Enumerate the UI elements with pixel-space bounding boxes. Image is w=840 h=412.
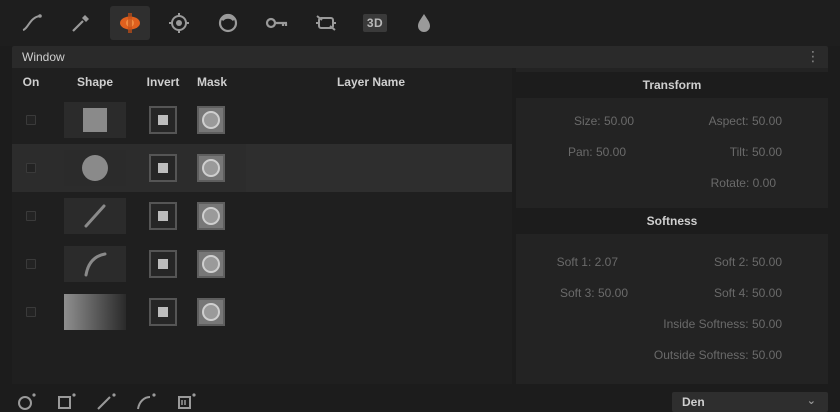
curves-tool-button[interactable] — [12, 6, 52, 40]
invert-icon — [158, 211, 168, 221]
layer-shape-cell[interactable] — [64, 198, 126, 234]
magic-mask-tool-button[interactable] — [208, 6, 248, 40]
resize-icon — [316, 15, 336, 31]
line-shape-icon — [84, 204, 106, 228]
pan-value[interactable]: Pan: 50.00 — [568, 145, 626, 159]
layer-on-checkbox[interactable] — [26, 307, 36, 317]
layer-name-field[interactable] — [246, 144, 512, 192]
column-header-invert: Invert — [146, 75, 180, 89]
layer-row[interactable] — [12, 96, 512, 144]
preset-dropdown[interactable]: Den ⌄ — [672, 392, 828, 412]
layer-on-checkbox[interactable] — [26, 115, 36, 125]
add-curve-icon — [137, 393, 156, 410]
mask-toggle[interactable] — [197, 298, 225, 326]
add-square-icon — [58, 393, 76, 409]
add-line-window-button[interactable] — [96, 392, 118, 410]
column-header-mask: Mask — [196, 75, 228, 89]
window-tool-button[interactable] — [110, 6, 150, 40]
layer-shape-cell[interactable] — [64, 150, 126, 186]
power-window-icon — [120, 13, 140, 33]
key-tool-button[interactable] — [257, 6, 297, 40]
mask-toggle[interactable] — [197, 202, 225, 230]
add-square-window-button[interactable] — [56, 392, 78, 410]
circle-shape-icon — [82, 155, 108, 181]
picker-icon — [72, 15, 89, 32]
dropdown-value: Den — [682, 395, 705, 409]
column-header-on: On — [22, 75, 40, 89]
layer-on-checkbox[interactable] — [26, 259, 36, 269]
invert-icon — [158, 163, 168, 173]
invert-toggle[interactable] — [149, 106, 177, 134]
3d-tool-button[interactable]: 3D — [355, 6, 395, 40]
soft3-value[interactable]: Soft 3: 50.00 — [560, 286, 628, 300]
mask-toggle[interactable] — [197, 154, 225, 182]
qualifier-tool-button[interactable] — [61, 6, 101, 40]
mask-icon — [202, 255, 220, 273]
column-header-layer-name: Layer Name — [336, 75, 406, 89]
mask-toggle[interactable] — [197, 106, 225, 134]
layer-name-field[interactable] — [246, 192, 512, 240]
column-header-shape: Shape — [76, 75, 113, 89]
panel-options-icon[interactable]: ⋮ — [806, 49, 820, 63]
add-gradient-window-button[interactable] — [176, 392, 198, 410]
3d-icon: 3D — [362, 14, 388, 32]
layer-on-checkbox[interactable] — [26, 163, 36, 173]
mask-icon — [202, 207, 220, 225]
add-curve-window-button[interactable] — [136, 392, 158, 410]
soft1-value[interactable]: Soft 1: 2.07 — [557, 255, 618, 269]
mask-icon — [202, 159, 220, 177]
tracker-icon — [169, 13, 189, 33]
add-line-icon — [97, 393, 116, 410]
transform-section-title: Transform — [516, 72, 828, 98]
invert-toggle[interactable] — [149, 154, 177, 182]
toolbar: 3D — [0, 0, 840, 46]
size-value[interactable]: Size: 50.00 — [574, 114, 634, 128]
layer-row[interactable] — [12, 240, 512, 288]
layer-shape-cell[interactable] — [64, 246, 126, 282]
invert-toggle[interactable] — [149, 202, 177, 230]
add-circle-icon — [18, 393, 36, 410]
layer-name-field[interactable] — [246, 240, 512, 288]
layer-shape-cell[interactable] — [64, 102, 126, 138]
magic-mask-icon — [218, 13, 238, 33]
chevron-down-icon: ⌄ — [806, 395, 816, 407]
invert-toggle[interactable] — [149, 298, 177, 326]
sizing-tool-button[interactable] — [306, 6, 346, 40]
soft4-value[interactable]: Soft 4: 50.00 — [714, 286, 782, 300]
inside-softness-value[interactable]: Inside Softness: 50.00 — [663, 317, 782, 331]
layer-row[interactable] — [12, 144, 512, 192]
invert-icon — [158, 115, 168, 125]
curve-icon — [22, 14, 42, 31]
key-icon — [265, 17, 288, 29]
outside-softness-value[interactable]: Outside Softness: 50.00 — [654, 348, 782, 362]
mask-icon — [202, 111, 220, 129]
layer-row[interactable] — [12, 288, 512, 336]
aspect-value[interactable]: Aspect: 50.00 — [709, 114, 782, 128]
panel-title: Window — [22, 50, 65, 64]
blur-tool-button[interactable] — [404, 6, 444, 40]
rotate-value[interactable]: Rotate: 0.00 — [711, 176, 776, 190]
add-circle-window-button[interactable] — [16, 392, 38, 410]
soft2-value[interactable]: Soft 2: 50.00 — [714, 255, 782, 269]
layer-name-field[interactable] — [246, 288, 512, 336]
curve-shape-icon — [84, 252, 107, 277]
mask-icon — [202, 303, 220, 321]
invert-icon — [158, 259, 168, 269]
softness-section-title: Softness — [516, 208, 828, 234]
window-layer-list: On Shape Invert Mask Layer Name — [12, 68, 512, 384]
window-panel-header: Window ⋮ — [12, 46, 828, 68]
tilt-value[interactable]: Tilt: 50.00 — [730, 145, 782, 159]
blur-icon — [418, 14, 430, 32]
square-shape-icon — [83, 108, 107, 132]
invert-toggle[interactable] — [149, 250, 177, 278]
layer-shape-cell[interactable] — [64, 294, 126, 330]
window-properties-panel: Transform Size: 50.00 Aspect: 50.00 Pan:… — [516, 68, 828, 384]
layer-name-field[interactable] — [246, 96, 512, 144]
add-gradient-icon — [178, 393, 196, 409]
layer-row[interactable] — [12, 192, 512, 240]
layer-on-checkbox[interactable] — [26, 211, 36, 221]
invert-icon — [158, 307, 168, 317]
mask-toggle[interactable] — [197, 250, 225, 278]
tracker-tool-button[interactable] — [159, 6, 199, 40]
